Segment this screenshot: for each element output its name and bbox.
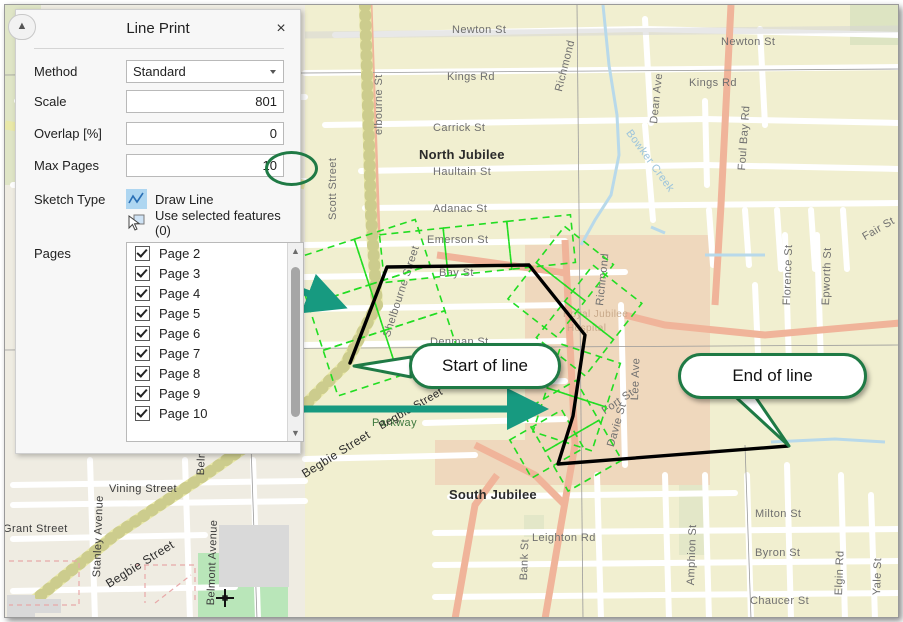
line-print-dialog[interactable]: Line Print × Method Standard Scale 801 O… [8, 9, 318, 454]
callout-end-text: End of line [732, 366, 813, 385]
overlap-value: 0 [269, 126, 277, 141]
chevron-up-icon[interactable]: ▲ [8, 14, 36, 40]
label-overlap: Overlap [%] [34, 126, 102, 141]
street-label-bank-st: Bank St [518, 538, 532, 581]
street-label-vining-street: Vining Street [109, 483, 177, 495]
row-scale: Scale 801 [34, 90, 284, 116]
chevron-down-icon[interactable]: ▼ [288, 425, 303, 441]
street-label-yale-st: Yale St [871, 557, 885, 596]
street-label-kings-rd-2: Kings Rd [689, 77, 737, 89]
row-sketch-type: Sketch Type Draw Line Use selected featu [34, 188, 284, 238]
area-label-royal-jubilee: Royal Jubilee [563, 309, 629, 320]
street-label-scott-street: Scott Street [327, 157, 339, 220]
checkbox-checked-icon[interactable] [135, 305, 150, 321]
sketch-option-draw-line[interactable]: Draw Line [126, 188, 214, 210]
checkbox-checked-icon[interactable] [135, 325, 150, 341]
street-label-elbourne-st: elbourne St [373, 74, 385, 135]
page-label: Page 5 [159, 305, 201, 321]
overlap-input[interactable]: 0 [126, 122, 284, 145]
list-item[interactable]: Page 8 [127, 363, 303, 383]
callout-start-of-line: Start of line [409, 343, 561, 389]
page-label: Page 4 [159, 285, 201, 301]
checkbox-checked-icon[interactable] [135, 405, 150, 421]
page-label: Page 3 [159, 265, 201, 281]
label-method: Method [34, 64, 78, 79]
list-item[interactable]: Page 7 [127, 343, 303, 363]
list-item[interactable]: Page 6 [127, 323, 303, 343]
map-window-frame: Newton St Newton St Kings Rd Kings Rd Ca… [4, 4, 899, 618]
label-max-pages: Max Pages [34, 158, 100, 173]
select-features-icon [126, 213, 147, 233]
street-label-florence-st: Florence St [781, 244, 796, 306]
area-label-north-jubilee: North Jubilee [419, 147, 505, 162]
crosshair-cursor-icon [216, 589, 234, 607]
street-label-epworth-st: Epworth St [820, 247, 835, 306]
pages-list[interactable]: Page 2 Page 3 Page 4 Page 5 Page 6 Page … [126, 242, 304, 442]
row-overlap: Overlap [%] 0 [34, 122, 284, 148]
list-item[interactable]: Page 4 [127, 283, 303, 303]
checkbox-checked-icon[interactable] [135, 365, 150, 381]
page-label: Page 10 [159, 405, 208, 421]
page-label: Page 7 [159, 345, 201, 361]
checkbox-checked-icon[interactable] [135, 385, 150, 401]
sketch-option-use-selected-label: Use selected features (0) [155, 208, 281, 238]
label-pages: Pages [34, 246, 71, 261]
street-label-grant-street: Grant Street [5, 523, 68, 535]
page-label: Page 6 [159, 325, 201, 341]
page-label: Page 9 [159, 385, 201, 401]
max-pages-input[interactable]: 10 [126, 154, 284, 177]
row-max-pages: Max Pages 10 [34, 154, 284, 180]
callout-start-text: Start of line [442, 356, 528, 375]
dialog-divider [34, 48, 284, 49]
scale-value: 801 [255, 94, 277, 109]
checkbox-checked-icon[interactable] [135, 345, 150, 361]
area-label-hospital: Hospital [567, 323, 607, 334]
street-label-elgin-rd: Elgin Rd [833, 550, 847, 596]
callout-end-of-line: End of line [678, 353, 867, 399]
checkbox-checked-icon[interactable] [135, 265, 150, 281]
sketch-option-use-selected[interactable]: Use selected features (0) [126, 208, 284, 238]
annotation-circle-max-pages [265, 151, 318, 186]
street-label-emerson-st: Emerson St [427, 234, 489, 246]
page-label: Page 2 [159, 245, 201, 261]
list-item[interactable]: Page 9 [127, 383, 303, 403]
checkbox-checked-icon[interactable] [135, 245, 150, 261]
scale-input[interactable]: 801 [126, 90, 284, 113]
street-label-byron-st: Byron St [755, 547, 801, 559]
street-label-leighton-rd: Leighton Rd [532, 532, 596, 544]
list-item[interactable]: Page 3 [127, 263, 303, 283]
street-label-kings-rd: Kings Rd [447, 71, 495, 83]
scrollbar-thumb[interactable] [291, 267, 300, 417]
sketch-option-draw-line-label: Draw Line [155, 191, 214, 207]
row-method: Method Standard [34, 60, 284, 86]
street-label-newton-st-2: Newton St [721, 36, 776, 48]
draw-line-icon [126, 189, 147, 209]
page-label: Page 8 [159, 365, 201, 381]
area-label-south-jubilee: South Jubilee [449, 487, 537, 502]
screenshot-root: Newton St Newton St Kings Rd Kings Rd Ca… [0, 0, 903, 622]
label-sketch-type: Sketch Type [34, 192, 106, 207]
method-value: Standard [133, 64, 186, 79]
street-label-newton-st: Newton St [452, 24, 507, 36]
pages-scrollbar[interactable]: ▲ ▼ [287, 243, 303, 441]
checkbox-checked-icon[interactable] [135, 285, 150, 301]
dialog-title: Line Print [126, 20, 190, 37]
street-label-haultain-st: Haultain St [433, 166, 492, 178]
street-label-milton-st: Milton St [755, 508, 802, 520]
list-item[interactable]: Page 10 [127, 403, 303, 423]
street-label-bay-st: Bay St [439, 267, 474, 279]
chevron-up-icon[interactable]: ▲ [288, 243, 303, 259]
label-scale: Scale [34, 94, 67, 109]
street-label-adanac-st: Adanac St [433, 203, 488, 215]
chevron-down-icon[interactable] [270, 70, 276, 74]
street-label-carrick-st: Carrick St [433, 122, 486, 134]
street-label-amphion-st: Amphion St [685, 524, 700, 586]
method-dropdown[interactable]: Standard [126, 60, 284, 83]
list-item[interactable]: Page 5 [127, 303, 303, 323]
close-icon[interactable]: × [270, 18, 292, 40]
street-label-chaucer-st: Chaucer St [750, 595, 810, 607]
list-item[interactable]: Page 2 [127, 243, 303, 263]
